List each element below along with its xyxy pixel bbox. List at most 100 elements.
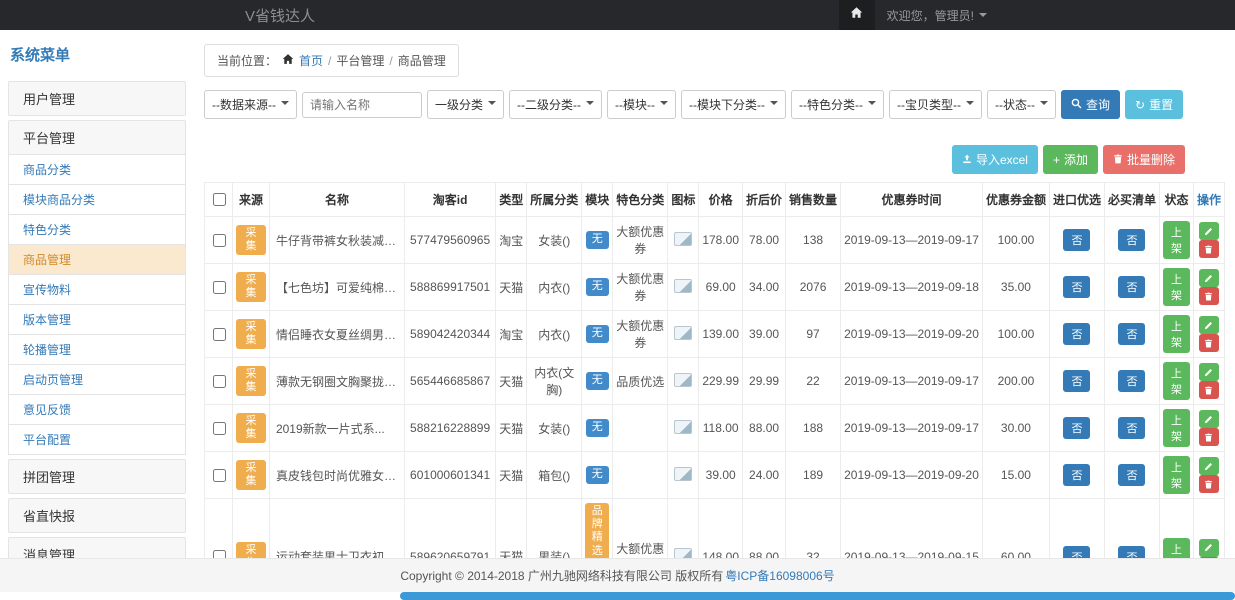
icp-link[interactable]: 粤ICP备16098006号 xyxy=(725,567,834,584)
sidebar-item-0[interactable]: 用户管理 xyxy=(8,81,186,116)
status-button[interactable]: 上架 xyxy=(1163,409,1190,447)
delete-button[interactable] xyxy=(1199,240,1219,258)
sidebar-item-12[interactable]: 拼团管理 xyxy=(8,459,186,494)
table-row: 采集2019新款一片式系...588216228899天猫女装()无118.00… xyxy=(205,405,1225,452)
row-checkbox[interactable] xyxy=(213,550,226,558)
must-buy-toggle[interactable]: 否 xyxy=(1118,276,1145,298)
sidebar-item-6[interactable]: 宣传物料 xyxy=(8,274,186,305)
status-cell: 上架 xyxy=(1159,405,1193,452)
status-button[interactable]: 上架 xyxy=(1163,456,1190,494)
home-button[interactable] xyxy=(839,0,875,30)
sidebar-item-13[interactable]: 省直快报 xyxy=(8,498,186,533)
horizontal-scrollbar[interactable] xyxy=(0,592,1235,600)
must-buy-toggle[interactable]: 否 xyxy=(1118,229,1145,251)
status-button[interactable]: 上架 xyxy=(1163,268,1190,306)
add-button[interactable]: + 添加 xyxy=(1043,145,1098,174)
scrollbar-thumb[interactable] xyxy=(400,592,1235,600)
must-buy-toggle[interactable]: 否 xyxy=(1118,417,1145,439)
import-select-toggle[interactable]: 否 xyxy=(1063,229,1090,251)
import-select-toggle[interactable]: 否 xyxy=(1063,323,1090,345)
must-buy-toggle[interactable]: 否 xyxy=(1118,370,1145,392)
module-badge: 无 xyxy=(586,325,609,342)
edit-button[interactable] xyxy=(1199,363,1219,381)
column-header: 图标 xyxy=(668,183,699,217)
import-select-toggle[interactable]: 否 xyxy=(1063,546,1090,558)
category2-select[interactable]: --二级分类-- xyxy=(509,90,602,119)
sidebar-item-1[interactable]: 平台管理 xyxy=(8,120,186,155)
must-buy-toggle[interactable]: 否 xyxy=(1118,464,1145,486)
sidebar-item-14[interactable]: 消息管理 xyxy=(8,537,186,558)
status-button[interactable]: 上架 xyxy=(1163,362,1190,400)
edit-button[interactable] xyxy=(1199,316,1219,334)
sidebar-item-5[interactable]: 商品管理 xyxy=(8,244,186,275)
edit-button[interactable] xyxy=(1199,222,1219,240)
breadcrumb-home-link[interactable]: 首页 xyxy=(299,52,323,69)
status-button[interactable]: 上架 xyxy=(1163,315,1190,353)
name-search-input[interactable] xyxy=(302,92,422,118)
coupon-time-cell: 2019-09-13—2019-09-17 xyxy=(841,405,983,452)
sidebar-item-9[interactable]: 启动页管理 xyxy=(8,364,186,395)
reset-button[interactable]: ↻ 重置 xyxy=(1125,90,1183,119)
sidebar-item-2[interactable]: 商品分类 xyxy=(8,154,186,185)
import-select-toggle[interactable]: 否 xyxy=(1063,417,1090,439)
import-select-cell: 否 xyxy=(1049,405,1104,452)
status-button[interactable]: 上架 xyxy=(1163,221,1190,259)
row-checkbox[interactable] xyxy=(213,469,226,482)
status-select[interactable]: --状态-- xyxy=(987,90,1056,119)
sidebar-menu: 用户管理平台管理商品分类模块商品分类特色分类商品管理宣传物料版本管理轮播管理启动… xyxy=(8,81,186,558)
import-select-cell: 否 xyxy=(1049,358,1104,405)
batch-delete-button[interactable]: 批量删除 xyxy=(1103,145,1185,174)
featured-select[interactable]: --特色分类-- xyxy=(791,90,884,119)
must-buy-toggle[interactable]: 否 xyxy=(1118,546,1145,558)
row-checkbox[interactable] xyxy=(213,281,226,294)
product-image xyxy=(674,326,692,340)
delete-button[interactable] xyxy=(1199,428,1219,446)
row-checkbox[interactable] xyxy=(213,234,226,247)
user-menu[interactable]: 欢迎您，管理员! xyxy=(887,7,987,24)
coupon-amount-cell: 60.00 xyxy=(982,499,1049,559)
sidebar-item-10[interactable]: 意见反馈 xyxy=(8,394,186,425)
category-cell: 女装() xyxy=(527,405,582,452)
item-type-select[interactable]: --宝贝类型-- xyxy=(889,90,982,119)
module-sub-select[interactable]: --模块下分类-- xyxy=(681,90,786,119)
module-badge: 无 xyxy=(586,231,609,248)
import-excel-button[interactable]: 导入excel xyxy=(952,145,1038,174)
import-select-toggle[interactable]: 否 xyxy=(1063,370,1090,392)
edit-button[interactable] xyxy=(1199,269,1219,287)
column-header: 类型 xyxy=(496,183,527,217)
import-select-toggle[interactable]: 否 xyxy=(1063,276,1090,298)
select-all-checkbox[interactable] xyxy=(213,193,226,206)
checkbox-cell xyxy=(205,264,233,311)
sidebar-item-3[interactable]: 模块商品分类 xyxy=(8,184,186,215)
edit-button[interactable] xyxy=(1199,457,1219,475)
import-select-toggle[interactable]: 否 xyxy=(1063,464,1090,486)
delete-button[interactable] xyxy=(1199,557,1219,558)
category1-select[interactable]: 一级分类 xyxy=(427,90,504,119)
sidebar-item-4[interactable]: 特色分类 xyxy=(8,214,186,245)
row-checkbox[interactable] xyxy=(213,422,226,435)
discount-price-cell: 34.00 xyxy=(743,264,786,311)
import-select-cell: 否 xyxy=(1049,311,1104,358)
edit-button[interactable] xyxy=(1199,539,1219,557)
row-checkbox[interactable] xyxy=(213,375,226,388)
taoke-id-cell: 589620659791 xyxy=(404,499,495,559)
sidebar-item-7[interactable]: 版本管理 xyxy=(8,304,186,335)
coupon-amount-cell: 15.00 xyxy=(982,452,1049,499)
sidebar-item-8[interactable]: 轮播管理 xyxy=(8,334,186,365)
checkbox-cell xyxy=(205,452,233,499)
status-cell: 上架 xyxy=(1159,264,1193,311)
must-buy-toggle[interactable]: 否 xyxy=(1118,323,1145,345)
module-select[interactable]: --模块-- xyxy=(607,90,676,119)
delete-button[interactable] xyxy=(1199,381,1219,399)
sidebar-item-11[interactable]: 平台配置 xyxy=(8,424,186,455)
status-button[interactable]: 上架 xyxy=(1163,538,1190,558)
delete-button[interactable] xyxy=(1199,334,1219,352)
coupon-amount-cell: 200.00 xyxy=(982,358,1049,405)
data-source-select[interactable]: --数据来源-- xyxy=(204,90,297,119)
search-button[interactable]: 查询 xyxy=(1061,90,1120,119)
row-checkbox[interactable] xyxy=(213,328,226,341)
delete-button[interactable] xyxy=(1199,287,1219,305)
edit-button[interactable] xyxy=(1199,410,1219,428)
status-cell: 上架 xyxy=(1159,499,1193,559)
delete-button[interactable] xyxy=(1199,475,1219,493)
